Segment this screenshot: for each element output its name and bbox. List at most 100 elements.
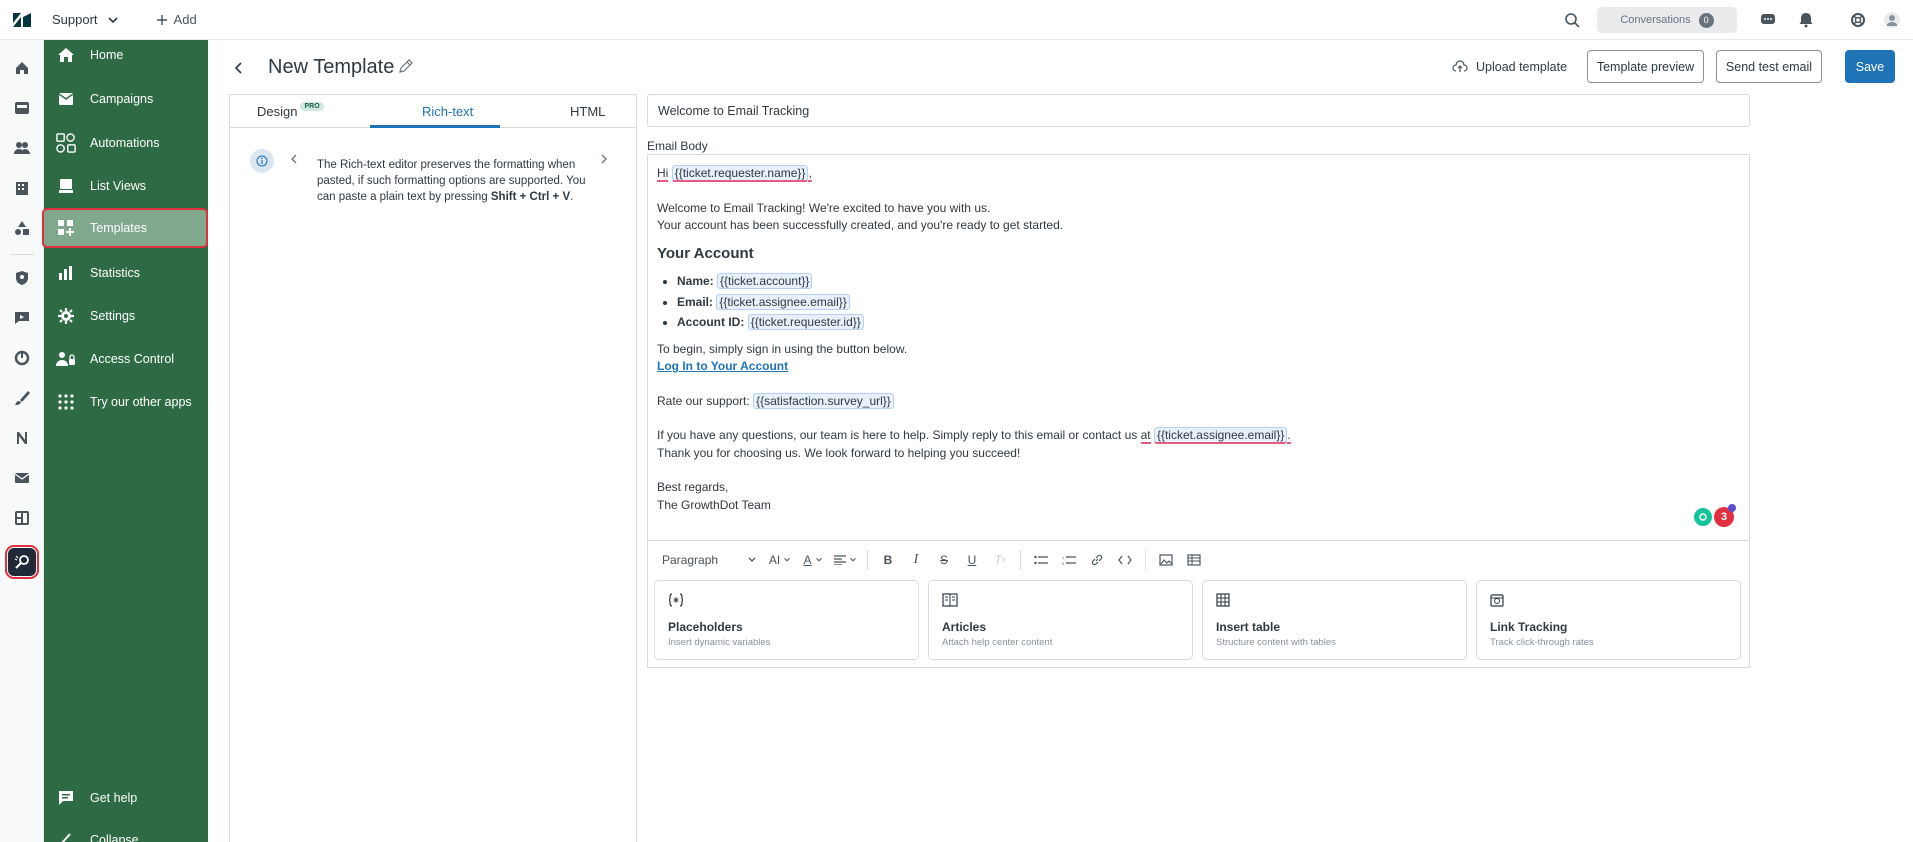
tab-rich-text[interactable]: Rich-text bbox=[422, 95, 473, 128]
sidebar-item-settings[interactable]: Settings bbox=[44, 296, 208, 336]
n-app-icon[interactable] bbox=[8, 424, 36, 452]
save-button[interactable]: Save bbox=[1845, 50, 1895, 83]
table-insert-icon[interactable] bbox=[1180, 546, 1208, 574]
placeholder-chip[interactable]: {{satisfaction.survey_url}} bbox=[753, 392, 894, 409]
email-body-content[interactable]: Hi {{ticket.requester.name}}, Welcome to… bbox=[657, 165, 1737, 514]
tab-html[interactable]: HTML bbox=[570, 95, 605, 128]
info-prev-button[interactable] bbox=[290, 153, 302, 167]
card-title: Link Tracking bbox=[1490, 620, 1568, 634]
numbered-list-icon[interactable]: 12 bbox=[1055, 546, 1083, 574]
info-next-button[interactable] bbox=[600, 153, 612, 167]
card-insert-table[interactable]: Insert table Structure content with tabl… bbox=[1202, 580, 1467, 660]
product-name: Support bbox=[52, 12, 98, 27]
help-ring-icon[interactable] bbox=[1841, 3, 1875, 37]
login-link[interactable]: Log In to Your Account bbox=[657, 359, 788, 373]
template-preview-button[interactable]: Template preview bbox=[1587, 50, 1704, 83]
sidebar-item-get-help[interactable]: Get help bbox=[44, 778, 208, 818]
sidebar-item-automations[interactable]: Automations bbox=[44, 123, 208, 163]
brush-icon[interactable] bbox=[8, 384, 36, 412]
sidebar-item-access-control[interactable]: Access Control bbox=[44, 339, 208, 379]
greeting-hi: Hi bbox=[657, 166, 669, 182]
sidebar-item-label: List Views bbox=[90, 179, 147, 193]
shapes-icon[interactable] bbox=[8, 214, 36, 242]
email-body-editor[interactable]: Hi {{ticket.requester.name}}, Welcome to… bbox=[647, 154, 1750, 668]
edit-title-icon[interactable] bbox=[398, 58, 418, 78]
tab-design[interactable]: Design PRO bbox=[257, 95, 324, 128]
email-tracking-app-icon[interactable] bbox=[5, 545, 39, 579]
sidebar-item-list-views[interactable]: List Views bbox=[44, 166, 208, 206]
format-toolbar: Paragraph AI A B I S U Tx 12 bbox=[648, 540, 1749, 578]
sidebar-item-other-apps[interactable]: Try our other apps bbox=[44, 382, 208, 422]
team-line: The GrowthDot Team bbox=[657, 497, 771, 512]
table-icon bbox=[1216, 593, 1232, 609]
plus-icon bbox=[156, 14, 167, 25]
underline-icon[interactable]: U bbox=[958, 546, 986, 574]
link-icon[interactable] bbox=[1083, 546, 1111, 574]
send-test-email-button[interactable]: Send test email bbox=[1716, 50, 1822, 83]
page-title: New Template bbox=[268, 56, 395, 78]
search-icon[interactable] bbox=[1555, 3, 1589, 37]
email-body-label: Email Body bbox=[647, 139, 708, 153]
home-icon[interactable] bbox=[8, 54, 36, 82]
bold-icon[interactable]: B bbox=[874, 546, 902, 574]
sidebar-item-label: Collapse bbox=[90, 833, 139, 842]
strikethrough-icon[interactable]: S bbox=[930, 546, 958, 574]
organizations-icon[interactable] bbox=[8, 174, 36, 202]
list-item: Account ID: {{ticket.requester.id}} bbox=[677, 314, 1737, 332]
ai-select[interactable]: AI bbox=[763, 546, 797, 574]
align-select[interactable] bbox=[829, 546, 861, 574]
inbox-icon[interactable] bbox=[8, 94, 36, 122]
list-item: Email: {{ticket.assignee.email}} bbox=[677, 293, 1737, 312]
grammarly-widget[interactable]: 3 bbox=[1694, 504, 1736, 527]
sidebar-item-label: Campaigns bbox=[90, 92, 154, 106]
card-subtitle: Insert dynamic variables bbox=[668, 637, 771, 648]
card-title: Articles bbox=[942, 620, 987, 634]
chat-icon[interactable] bbox=[1751, 3, 1785, 37]
bulleted-list-icon[interactable] bbox=[1027, 546, 1055, 574]
card-link-tracking[interactable]: Link Tracking Track click-through rates bbox=[1476, 580, 1741, 660]
code-icon[interactable] bbox=[1111, 546, 1139, 574]
shield-icon[interactable] bbox=[8, 264, 36, 292]
placeholder-chip[interactable]: {{ticket.requester.id}} bbox=[747, 314, 864, 330]
placeholder-chip[interactable]: {{ticket.assignee.email}} bbox=[716, 293, 850, 310]
pie-chart-icon[interactable] bbox=[8, 344, 36, 372]
placeholder-chip[interactable]: {{ticket.account}} bbox=[717, 273, 813, 289]
dashboard-icon[interactable] bbox=[8, 504, 36, 532]
upload-template-button[interactable]: Upload template bbox=[1452, 50, 1567, 84]
card-subtitle: Track click-through rates bbox=[1490, 637, 1594, 648]
card-placeholders[interactable]: Placeholders Insert dynamic variables bbox=[654, 580, 919, 660]
customers-icon[interactable] bbox=[8, 134, 36, 162]
placeholder-chip[interactable]: {{ticket.assignee.email}} bbox=[1153, 427, 1288, 444]
conversations-button[interactable]: Conversations 0 bbox=[1597, 7, 1737, 33]
messaging-icon[interactable] bbox=[8, 304, 36, 332]
product-switcher[interactable]: Support bbox=[52, 12, 120, 27]
sidebar-item-templates[interactable]: Templates bbox=[42, 208, 208, 248]
add-button[interactable]: Add bbox=[156, 12, 197, 27]
zendesk-logo-icon[interactable] bbox=[0, 0, 44, 40]
sidebar-item-home[interactable]: Home bbox=[44, 35, 208, 75]
placeholder-chip[interactable]: {{ticket.requester.name}} bbox=[671, 165, 809, 182]
back-button[interactable] bbox=[228, 58, 248, 78]
sidebar-item-label: Automations bbox=[90, 136, 160, 150]
sidebar-item-label: Try our other apps bbox=[90, 395, 192, 409]
bell-icon[interactable] bbox=[1789, 3, 1823, 37]
clear-format-icon[interactable]: Tx bbox=[986, 546, 1014, 574]
collapse-icon bbox=[56, 830, 76, 842]
italic-icon[interactable]: I bbox=[902, 546, 930, 574]
font-color-select[interactable]: A bbox=[797, 546, 829, 574]
image-icon[interactable] bbox=[1152, 546, 1180, 574]
envelope-icon[interactable] bbox=[8, 464, 36, 492]
templates-icon bbox=[56, 218, 76, 238]
svg-text:1: 1 bbox=[1062, 555, 1065, 560]
user-avatar[interactable] bbox=[1875, 3, 1909, 37]
card-title: Placeholders bbox=[668, 620, 743, 634]
sidebar-item-collapse[interactable]: Collapse bbox=[44, 820, 208, 842]
sidebar-item-statistics[interactable]: Statistics bbox=[44, 253, 208, 293]
paragraph-select[interactable]: Paragraph bbox=[648, 546, 763, 574]
chevron-left-icon bbox=[234, 62, 242, 74]
sidebar-item-campaigns[interactable]: Campaigns bbox=[44, 79, 208, 119]
regards-line: Best regards, bbox=[657, 480, 729, 494]
cloud-upload-icon bbox=[1452, 60, 1468, 72]
card-articles[interactable]: Articles Attach help center content bbox=[928, 580, 1193, 660]
subject-input[interactable]: Welcome to Email Tracking bbox=[647, 94, 1750, 127]
